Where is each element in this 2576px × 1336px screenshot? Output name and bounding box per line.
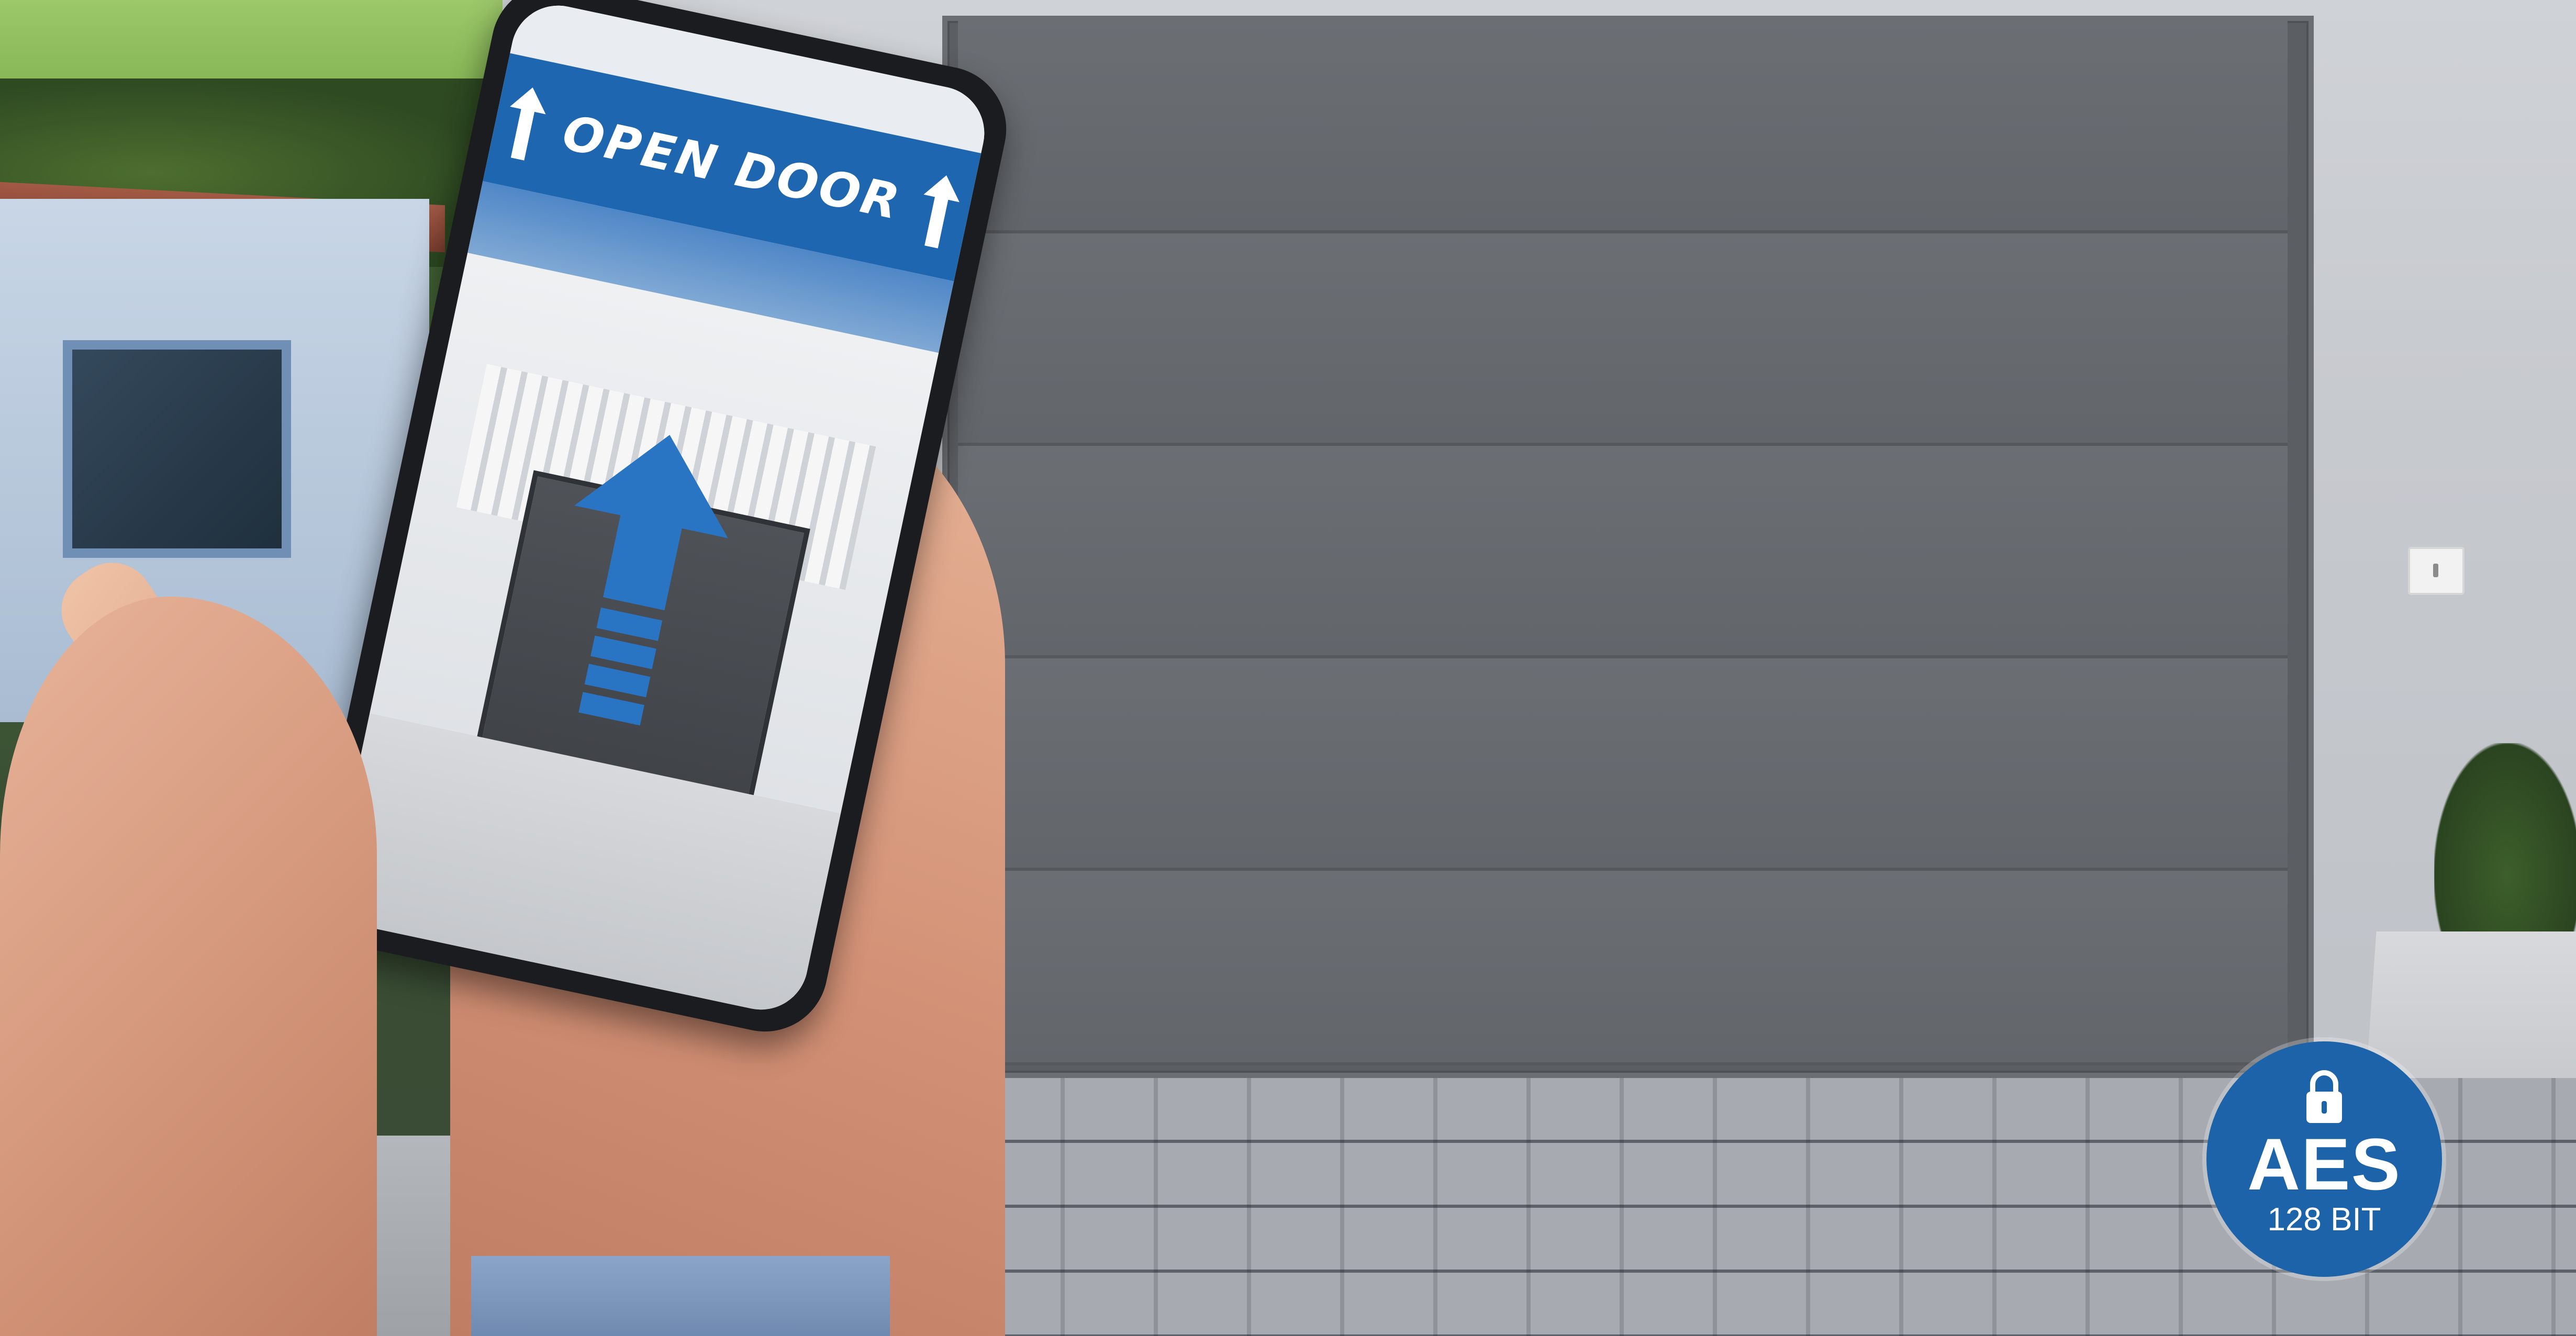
garage-door-panel bbox=[958, 233, 2288, 446]
wall-keypad-switch bbox=[2408, 547, 2465, 595]
aes-security-badge: AES 128 BIT bbox=[2206, 1041, 2442, 1277]
garage-door-panel bbox=[958, 21, 2288, 233]
scene-root: OPEN DOOR AES 128 BIT bbox=[0, 0, 2576, 1336]
plant-right bbox=[2434, 743, 2576, 963]
garage-door-panel bbox=[958, 871, 2288, 1065]
lock-icon bbox=[2306, 1070, 2342, 1123]
sleeve bbox=[471, 1256, 890, 1336]
lawn bbox=[0, 0, 503, 89]
aes-title: AES bbox=[2247, 1123, 2401, 1205]
garage-door-panel bbox=[958, 658, 2288, 871]
up-arrow-icon bbox=[923, 175, 960, 249]
garage-door-panel bbox=[958, 446, 2288, 658]
up-arrow-icon bbox=[510, 87, 546, 161]
aes-subtitle: 128 BIT bbox=[2267, 1202, 2381, 1238]
shed-window bbox=[63, 340, 291, 558]
left-hand bbox=[0, 597, 377, 1336]
